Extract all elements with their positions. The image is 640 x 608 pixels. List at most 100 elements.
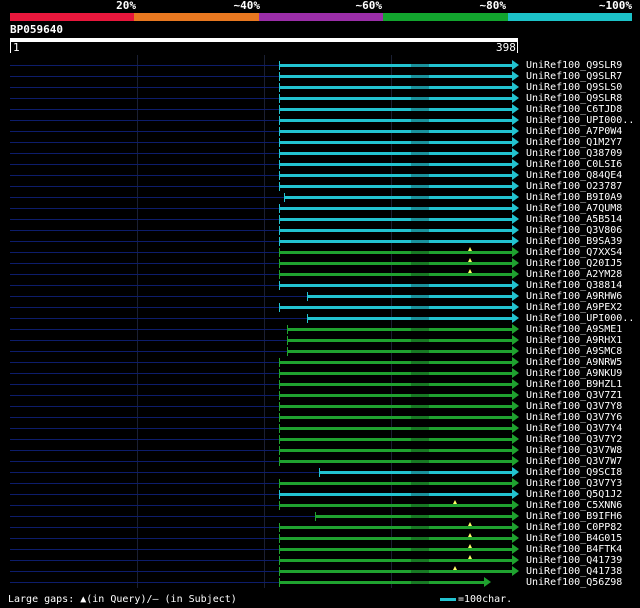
hit-label-link[interactable]: UniRef100_Q1M2Y7 [526, 137, 622, 148]
hit-alignment-bar[interactable] [279, 581, 484, 584]
hit-alignment-bar[interactable] [279, 570, 512, 573]
hit-label-link[interactable]: UniRef100_A9RHW6 [526, 291, 622, 302]
hit-label-link[interactable]: UniRef100_A9RHX1 [526, 335, 622, 346]
hit-alignment-bar[interactable] [287, 339, 512, 342]
hit-label-link[interactable]: UniRef100_B9IFH6 [526, 511, 622, 522]
hit-label-link[interactable]: UniRef100_C0PP82 [526, 522, 622, 533]
hit-label-link[interactable]: UniRef100_UPI000.. [526, 115, 634, 126]
hit-alignment-bar[interactable] [279, 394, 512, 397]
hit-label-link[interactable]: UniRef100_Q9SLS0 [526, 82, 622, 93]
hit-label-link[interactable]: UniRef100_Q3V7Y6 [526, 412, 622, 423]
hit-segment-mark [411, 196, 429, 199]
hit-alignment-bar[interactable] [279, 504, 512, 507]
hit-label-link[interactable]: UniRef100_A2YM28 [526, 269, 622, 280]
hit-unaligned-line [10, 417, 279, 418]
hit-alignment-bar[interactable] [279, 207, 512, 210]
hit-alignment-bar[interactable] [279, 229, 512, 232]
hit-label-link[interactable]: UniRef100_A7P0W4 [526, 126, 622, 137]
hit-alignment-bar[interactable] [279, 273, 512, 276]
hit-alignment-bar[interactable] [279, 537, 512, 540]
hit-label-link[interactable]: UniRef100_Q3V7Y3 [526, 478, 622, 489]
hit-label-link[interactable]: UniRef100_A9SME1 [526, 324, 622, 335]
hit-alignment-bar[interactable] [279, 152, 512, 155]
arrow-right-icon [512, 467, 519, 477]
hit-alignment-bar[interactable] [279, 108, 512, 111]
hit-label-link[interactable]: UniRef100_B4FTK4 [526, 544, 622, 555]
hit-alignment-bar[interactable] [279, 559, 512, 562]
hit-alignment-bar[interactable] [284, 196, 512, 199]
hit-alignment-bar[interactable] [279, 383, 512, 386]
hit-label-link[interactable]: UniRef100_Q41738 [526, 566, 622, 577]
hit-label-link[interactable]: UniRef100_Q84QE4 [526, 170, 622, 181]
hit-label-link[interactable]: UniRef100_A5B514 [526, 214, 622, 225]
hit-alignment-bar[interactable] [279, 130, 512, 133]
hit-alignment-bar[interactable] [279, 141, 512, 144]
hit-alignment-bar[interactable] [279, 185, 512, 188]
hit-label-link[interactable]: UniRef100_Q3V7Z1 [526, 390, 622, 401]
hit-alignment-bar[interactable] [279, 97, 512, 100]
hit-label-link[interactable]: UniRef100_Q9SLR8 [526, 93, 622, 104]
hit-label-link[interactable]: UniRef100_A7QUM8 [526, 203, 622, 214]
gap-in-query-icon [453, 566, 457, 570]
hit-label-link[interactable]: UniRef100_Q5Q1J2 [526, 489, 622, 500]
hit-alignment-bar[interactable] [279, 75, 512, 78]
hit-label-link[interactable]: UniRef100_A9PEX2 [526, 302, 622, 313]
hit-alignment-bar[interactable] [307, 317, 512, 320]
hit-alignment-bar[interactable] [279, 526, 512, 529]
hit-label-link[interactable]: UniRef100_B9HZL1 [526, 379, 622, 390]
hit-alignment-bar[interactable] [287, 328, 512, 331]
hit-alignment-bar[interactable] [287, 350, 512, 353]
hit-label-link[interactable]: UniRef100_C5XNN6 [526, 500, 622, 511]
hit-label-link[interactable]: UniRef100_Q20IJ5 [526, 258, 622, 269]
hit-alignment-bar[interactable] [279, 416, 512, 419]
hit-alignment-bar[interactable] [279, 251, 512, 254]
hit-label-link[interactable]: UniRef100_C0LSI6 [526, 159, 622, 170]
hit-alignment-bar[interactable] [279, 284, 512, 287]
hit-label-link[interactable]: UniRef100_Q9SLR7 [526, 71, 622, 82]
hit-alignment-bar[interactable] [279, 163, 512, 166]
hit-alignment-bar[interactable] [279, 306, 512, 309]
hit-label-link[interactable]: UniRef100_Q38709 [526, 148, 622, 159]
hit-alignment-bar[interactable] [279, 64, 512, 67]
hit-alignment-bar[interactable] [279, 405, 512, 408]
hit-alignment-bar[interactable] [279, 548, 512, 551]
hit-label-link[interactable]: UniRef100_A9SMC8 [526, 346, 622, 357]
hit-label-link[interactable]: UniRef100_A9NKU9 [526, 368, 622, 379]
hit-label-link[interactable]: UniRef100_Q9SCI8 [526, 467, 622, 478]
hit-label-link[interactable]: UniRef100_Q38814 [526, 280, 622, 291]
hit-alignment-bar[interactable] [307, 295, 512, 298]
hit-label-link[interactable]: UniRef100_Q56Z98 [526, 577, 622, 588]
hit-alignment-bar[interactable] [279, 493, 512, 496]
hit-label-link[interactable]: UniRef100_Q3V7Y4 [526, 423, 622, 434]
hit-alignment-bar[interactable] [279, 119, 512, 122]
hit-alignment-bar[interactable] [279, 372, 512, 375]
hit-alignment-bar[interactable] [279, 427, 512, 430]
hit-label-link[interactable]: UniRef100_Q3V7Y8 [526, 401, 622, 412]
hit-label-link[interactable]: UniRef100_Q41739 [526, 555, 622, 566]
hit-alignment-bar[interactable] [279, 482, 512, 485]
hit-alignment-bar[interactable] [279, 240, 512, 243]
hit-alignment-bar[interactable] [279, 460, 512, 463]
hit-alignment-bar[interactable] [279, 361, 512, 364]
hit-label-link[interactable]: UniRef100_Q7XXS4 [526, 247, 622, 258]
hit-label-link[interactable]: UniRef100_UPI000.. [526, 313, 634, 324]
hit-alignment-bar[interactable] [279, 262, 512, 265]
hit-label-link[interactable]: UniRef100_Q3V7Y2 [526, 434, 622, 445]
hit-alignment-bar[interactable] [279, 449, 512, 452]
hit-label-link[interactable]: UniRef100_O23787 [526, 181, 622, 192]
hit-alignment-bar[interactable] [279, 438, 512, 441]
arrow-right-icon [512, 456, 519, 466]
hit-label-link[interactable]: UniRef100_B4G015 [526, 533, 622, 544]
hit-unaligned-line [10, 296, 307, 297]
hit-label-link[interactable]: UniRef100_Q3V7W8 [526, 445, 622, 456]
hit-alignment-bar[interactable] [279, 218, 512, 221]
hit-label-link[interactable]: UniRef100_A9NRW5 [526, 357, 622, 368]
hit-alignment-bar[interactable] [279, 86, 512, 89]
hit-label-link[interactable]: UniRef100_B9I0A9 [526, 192, 622, 203]
hit-label-link[interactable]: UniRef100_C6TJD8 [526, 104, 622, 115]
hit-label-link[interactable]: UniRef100_B9SA39 [526, 236, 622, 247]
hit-alignment-bar[interactable] [279, 174, 512, 177]
hit-label-link[interactable]: UniRef100_Q9SLR9 [526, 60, 622, 71]
hit-label-link[interactable]: UniRef100_Q3V7W7 [526, 456, 622, 467]
hit-label-link[interactable]: UniRef100_Q3V806 [526, 225, 622, 236]
